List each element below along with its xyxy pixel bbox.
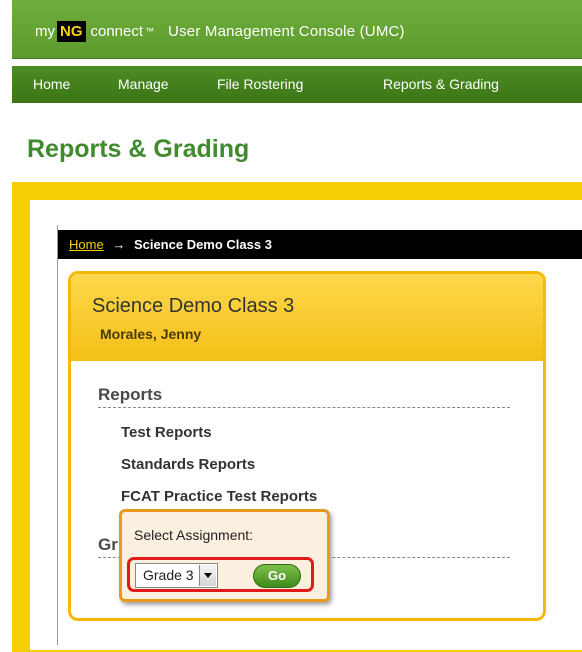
class-card-header: Science Demo Class 3 Morales, Jenny bbox=[71, 274, 543, 361]
breadcrumb: Home → Science Demo Class 3 bbox=[58, 230, 582, 259]
breadcrumb-home-link[interactable]: Home bbox=[69, 237, 104, 252]
standards-reports-link[interactable]: Standards Reports bbox=[121, 456, 255, 473]
brand-my: my bbox=[35, 22, 55, 40]
app-title: User Management Console (UMC) bbox=[168, 22, 405, 40]
teacher-name: Morales, Jenny bbox=[100, 326, 202, 342]
page-title: Reports & Grading bbox=[27, 135, 250, 163]
arrow-right-icon: → bbox=[112, 237, 126, 252]
nav-file-rostering[interactable]: File Rostering bbox=[217, 66, 303, 103]
assignment-select[interactable]: Grade 3 bbox=[135, 563, 218, 588]
brand-connect: connect bbox=[90, 22, 144, 40]
main-nav: Home Manage File Rostering Reports & Gra… bbox=[12, 66, 582, 103]
brand-logo: my NG connect ™ User Management Console … bbox=[35, 19, 405, 43]
select-assignment-popup: Select Assignment: Grade 3 Go bbox=[119, 509, 330, 602]
test-reports-link[interactable]: Test Reports bbox=[121, 424, 212, 441]
class-title: Science Demo Class 3 bbox=[92, 295, 295, 317]
trademark: ™ bbox=[145, 26, 155, 36]
reports-heading: Reports bbox=[98, 385, 510, 408]
dropdown-arrow-icon[interactable] bbox=[199, 565, 216, 586]
assignment-select-value: Grade 3 bbox=[143, 567, 194, 583]
nav-manage[interactable]: Manage bbox=[118, 66, 169, 103]
brand-ng: NG bbox=[57, 20, 86, 42]
breadcrumb-current: Science Demo Class 3 bbox=[133, 237, 272, 252]
nav-reports-grading[interactable]: Reports & Grading bbox=[383, 66, 499, 103]
nav-home[interactable]: Home bbox=[33, 66, 70, 103]
fcat-practice-test-reports-link[interactable]: FCAT Practice Test Reports bbox=[121, 488, 317, 505]
select-assignment-label: Select Assignment: bbox=[134, 527, 254, 543]
app-header: my NG connect ™ User Management Console … bbox=[12, 0, 582, 59]
go-button[interactable]: Go bbox=[253, 564, 301, 588]
